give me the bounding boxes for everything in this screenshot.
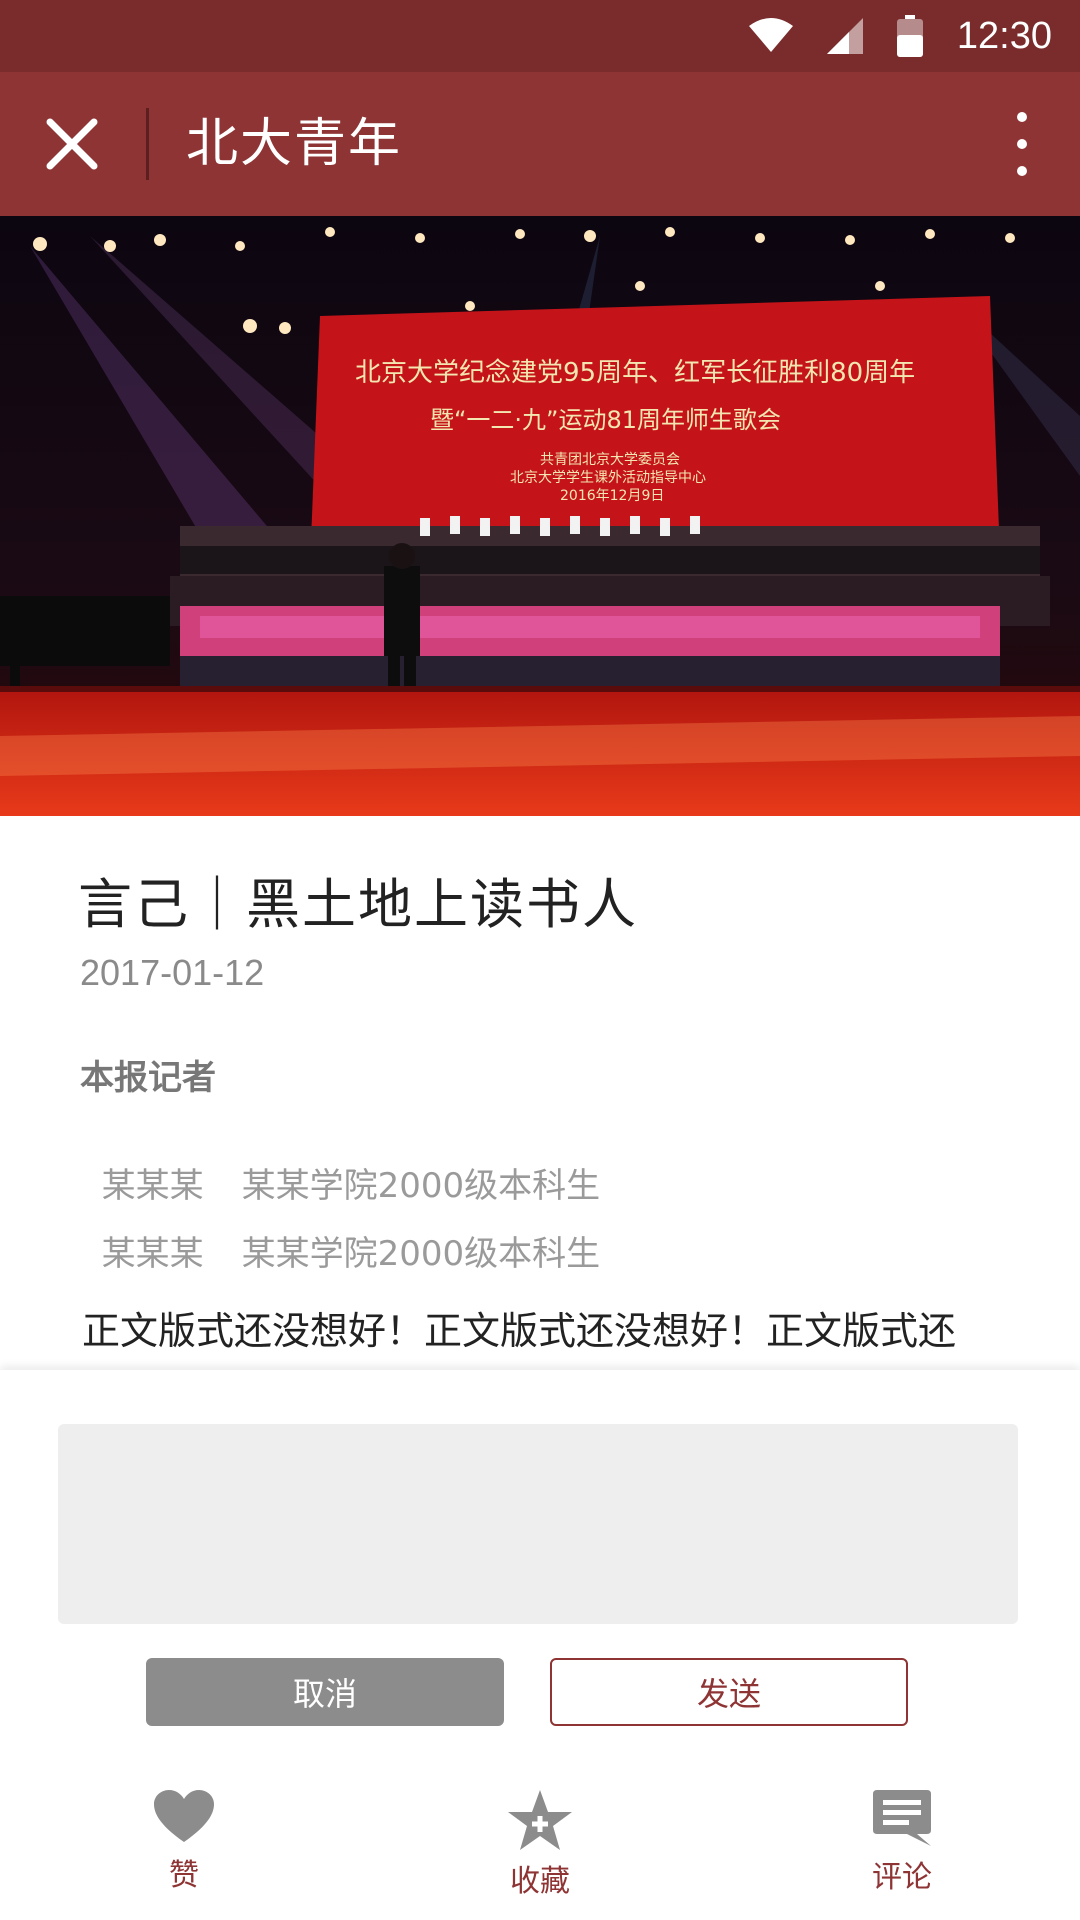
tab-comment[interactable]: 评论: [842, 1790, 962, 1910]
battery-icon: [896, 15, 923, 57]
banner-line-1: 北京大学纪念建党95周年、红军长征胜利80周年: [355, 358, 915, 388]
article-date: 2017-01-12: [80, 952, 265, 993]
tab-label: 评论: [872, 1860, 932, 1895]
heart-icon: [154, 1790, 214, 1842]
send-button[interactable]: 发送: [550, 1658, 908, 1726]
app-bar-divider: [146, 108, 149, 180]
concert-photo: 北京大学纪念建党95周年、红军长征胜利80周年 暨“一二·九”运动81周年师生歌…: [0, 216, 1080, 816]
close-button[interactable]: [40, 112, 104, 176]
wifi-icon: [748, 18, 793, 52]
article-body: 正文版式还没想好！正文版式还没想好！正文版式还: [82, 1309, 957, 1353]
more-dot: [1017, 139, 1027, 149]
tab-label: 赞: [169, 1858, 199, 1893]
hero-image: 北京大学纪念建党95周年、红军长征胜利80周年 暨“一二·九”运动81周年师生歌…: [0, 216, 1080, 816]
status-time: 12:30: [956, 14, 1052, 57]
tab-like[interactable]: 赞: [124, 1790, 244, 1910]
banner-line-5: 2016年12月9日: [560, 488, 664, 504]
app-bar: 北大青年: [0, 72, 1080, 216]
banner-line-4: 北京大学学生课外活动指导中心: [510, 470, 706, 486]
status-icons: 12:30: [748, 0, 1052, 72]
more-options-button[interactable]: [994, 102, 1050, 186]
tab-label: 收藏: [510, 1864, 570, 1899]
status-bar: 12:30: [0, 0, 1080, 72]
banner-line-2: 暨“一二·九”运动81周年师生歌会: [430, 406, 781, 434]
comment-input[interactable]: [58, 1424, 1018, 1624]
cancel-button[interactable]: 取消: [146, 1658, 504, 1726]
comment-icon: [873, 1790, 931, 1846]
reporter-line: 某某某 某某学院2000级本科生: [80, 1186, 601, 1275]
close-icon: [46, 118, 98, 170]
comment-sheet: 取消 发送 赞 收藏 评论: [0, 1370, 1080, 1920]
more-dot: [1017, 166, 1027, 176]
banner-line-3: 共青团北京大学委员会: [540, 452, 680, 468]
star-plus-icon: [508, 1790, 572, 1850]
signal-icon: [826, 18, 863, 54]
tab-favorite[interactable]: 收藏: [480, 1790, 600, 1910]
app-title: 北大青年: [186, 114, 403, 174]
reporter-desc: 某某学院2000级本科生: [241, 1234, 601, 1274]
reporter-heading: 本报记者: [80, 1058, 216, 1098]
article-title: 言己｜黑土地上读书人: [78, 873, 638, 936]
more-dot: [1017, 112, 1027, 122]
reporter-name: 某某某: [101, 1234, 204, 1274]
